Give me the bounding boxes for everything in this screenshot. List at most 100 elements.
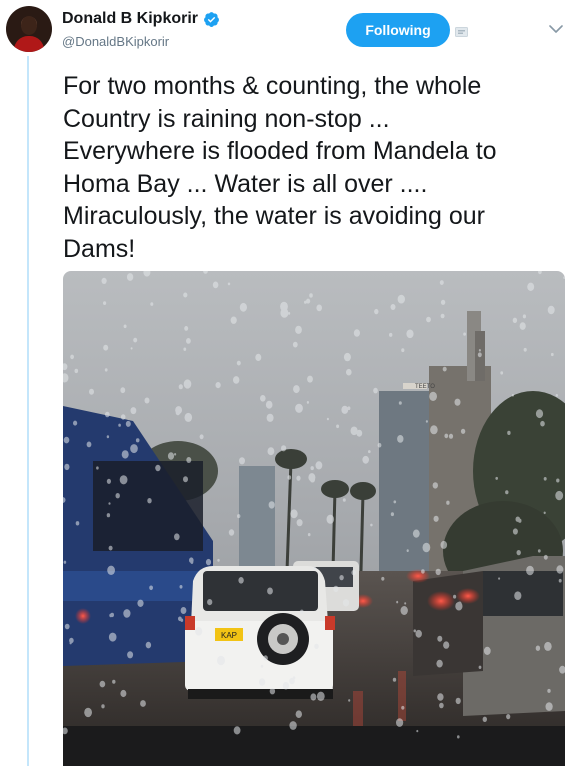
raindrop xyxy=(507,430,511,435)
raindrop xyxy=(446,500,450,505)
raindrop xyxy=(267,447,275,456)
following-button[interactable]: Following xyxy=(346,13,450,47)
raindrop xyxy=(316,691,325,701)
raindrop xyxy=(217,655,225,666)
raindrop xyxy=(544,641,552,651)
raindrop xyxy=(63,436,70,444)
raindrop xyxy=(239,457,245,465)
raindrop xyxy=(393,500,397,504)
raindrop xyxy=(255,353,262,361)
display-name[interactable]: Donald B Kipkorir xyxy=(62,10,198,28)
raindrop xyxy=(433,515,439,522)
raindrop xyxy=(183,347,187,351)
raindrop xyxy=(125,420,131,427)
raindrop xyxy=(392,677,397,682)
raindrop xyxy=(523,347,527,352)
raindrop xyxy=(75,521,80,526)
raindrop xyxy=(453,594,457,599)
raindrop xyxy=(526,565,534,576)
block-icon[interactable] xyxy=(455,27,468,37)
raindrop xyxy=(347,406,351,410)
raindrop xyxy=(522,314,526,319)
raindrop xyxy=(439,280,444,285)
handle[interactable]: @DonaldBKipkorir xyxy=(62,34,169,49)
raindrop xyxy=(103,301,107,305)
avatar[interactable] xyxy=(6,6,52,52)
raindrop xyxy=(292,676,296,680)
raindrop xyxy=(545,702,553,711)
raindrop xyxy=(368,450,371,454)
raindrop xyxy=(127,651,134,659)
raindrop xyxy=(184,412,193,422)
raindrop xyxy=(326,417,329,421)
raindrop xyxy=(120,387,126,394)
raindrop xyxy=(237,514,241,519)
raindrop xyxy=(518,518,522,523)
raindrop xyxy=(115,493,120,499)
raindrop xyxy=(398,401,402,405)
raindrop xyxy=(167,452,175,460)
author-name-row[interactable]: Donald B Kipkorir xyxy=(62,10,220,28)
raindrop xyxy=(233,376,240,384)
raindrop xyxy=(179,585,183,589)
raindrop xyxy=(120,689,127,698)
raindrop xyxy=(389,332,393,337)
raindrop xyxy=(556,565,564,574)
raindrop xyxy=(314,643,319,649)
raindrop xyxy=(199,434,204,440)
raindrop xyxy=(505,490,509,495)
raindrop xyxy=(537,549,541,553)
raindrop xyxy=(346,368,352,376)
raindrop xyxy=(190,560,194,564)
raindrop xyxy=(186,457,192,463)
raindrop xyxy=(362,455,370,464)
raindrop xyxy=(547,688,551,693)
raindrop xyxy=(108,545,113,551)
raindrop xyxy=(239,302,247,312)
raindrop xyxy=(310,693,317,701)
raindrop xyxy=(130,407,137,415)
raindrop xyxy=(186,338,191,344)
raindrop xyxy=(426,316,431,323)
raindrop xyxy=(217,558,220,562)
raindrop xyxy=(215,382,221,389)
raindrop xyxy=(543,554,548,560)
raindrop xyxy=(258,678,266,686)
tweet-photo[interactable]: KAP TEETO xyxy=(63,271,565,766)
raindrop xyxy=(174,533,180,541)
chevron-down-icon[interactable] xyxy=(549,24,563,34)
raindrop xyxy=(512,528,518,535)
raindrop xyxy=(106,435,110,439)
raindrop xyxy=(343,352,351,362)
raindrop xyxy=(306,401,309,404)
raindrop xyxy=(348,699,351,702)
raindrop xyxy=(498,577,501,580)
raindrop xyxy=(429,391,437,401)
raindrop xyxy=(401,348,405,353)
raindrop xyxy=(123,324,127,329)
raindrop xyxy=(439,702,444,709)
raindrop xyxy=(70,354,74,360)
raindrop xyxy=(73,420,78,426)
raindrop xyxy=(236,360,241,366)
raindrop xyxy=(63,560,67,564)
raindrop xyxy=(307,533,311,537)
raindrop xyxy=(315,461,323,470)
raindrop xyxy=(421,569,425,574)
raindrop xyxy=(267,587,273,595)
raindrop xyxy=(535,409,544,419)
verified-badge-icon xyxy=(204,11,219,27)
raindrop xyxy=(326,514,335,524)
raindrop xyxy=(313,566,316,570)
raindrop xyxy=(550,352,554,357)
raindrop xyxy=(336,424,340,429)
raindrop xyxy=(519,322,526,330)
raindrop xyxy=(511,394,514,397)
rainy-street-image: KAP TEETO xyxy=(63,271,565,766)
raindrop xyxy=(84,707,92,718)
raindrop xyxy=(516,550,521,556)
raindrop xyxy=(512,317,518,323)
raindrop xyxy=(155,464,161,472)
raindrop xyxy=(133,337,138,343)
raindrop xyxy=(555,394,558,397)
